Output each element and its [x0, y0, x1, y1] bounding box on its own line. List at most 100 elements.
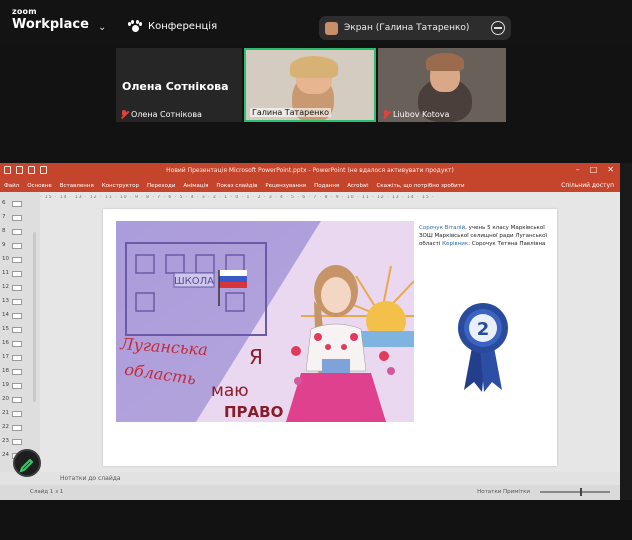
zoom-top-bar: zoom Workplace ⌄ Конференція Экран (Гали…: [0, 0, 632, 46]
ppt-ribbon-tabs: Файл Основне Вставлення Конструктор Переходи…: [0, 179, 620, 192]
slide-number: 14: [2, 312, 9, 318]
ribbon-tab[interactable]: Рецензування: [265, 183, 306, 189]
participant-tile-2[interactable]: Галина Татаренко: [244, 48, 376, 122]
slide-number: 17: [2, 354, 9, 360]
shared-powerpoint-window: Новий Презентація Microsoft PowerPoint.p…: [0, 163, 620, 500]
slide-thumbnail[interactable]: [12, 411, 22, 417]
window-controls: – □ ✕: [576, 165, 614, 174]
screen-share-indicator[interactable]: Экран (Галина Татаренко): [319, 16, 511, 40]
caption-teacher-label: Керівник: [442, 241, 469, 247]
pen-icon: [19, 458, 34, 473]
notes-comments-toggle[interactable]: Нотатки Примітки: [477, 489, 530, 495]
share-label: Экран (Галина Татаренко): [344, 23, 470, 33]
zoom-slider[interactable]: [540, 488, 610, 496]
drawing-slogan-3: ПРАВО: [224, 403, 283, 421]
notes-pane[interactable]: Нотатки до слайда: [0, 472, 620, 485]
ppt-workspace: 6 7 8 9 10 11 12 13 14 15 16 17 18 19 20 21 22 23 24 · 15 …: [0, 192, 620, 485]
participant-name-large: Олена Сотнікова: [122, 80, 229, 93]
slide-thumbnail[interactable]: [12, 271, 22, 277]
slide-thumbnail[interactable]: [12, 397, 22, 403]
award-ribbon-icon: 2: [458, 303, 508, 392]
slide-thumbnail[interactable]: [12, 299, 22, 305]
slide-number: 6: [2, 200, 6, 206]
stop-share-icon[interactable]: [491, 21, 505, 35]
ppt-window-title: Новий Презентація Microsoft PowerPoint.p…: [166, 167, 454, 174]
slide-thumbnail[interactable]: [12, 383, 22, 389]
slide-thumbnail[interactable]: [12, 341, 22, 347]
children-drawing-image: ШКОЛА Луганська область Я маю ПРАВО: [116, 221, 414, 422]
slide-thumbnail[interactable]: [12, 425, 22, 431]
minimize-icon[interactable]: –: [576, 165, 580, 174]
participant-tile-3[interactable]: Liubov Kotova: [378, 48, 506, 122]
ribbon-tab[interactable]: Показ слайдів: [216, 183, 257, 189]
ribbon-tab[interactable]: Анімація: [183, 183, 208, 189]
slide-counter: Слайд 1 з 1: [30, 489, 64, 495]
mic-muted-icon: [120, 110, 128, 119]
ppt-title-bar: Новий Презентація Microsoft PowerPoint.p…: [0, 163, 620, 179]
slide-thumbnail[interactable]: [12, 327, 22, 333]
participant-tile-1[interactable]: Олена Сотнікова Олена Сотнікова: [116, 48, 242, 122]
status-controls: Нотатки Примітки: [477, 488, 610, 496]
participant-hair: [290, 56, 338, 78]
participant-label-text: Liubov Kotova: [393, 110, 450, 119]
ribbon-tab[interactable]: Подання: [314, 183, 339, 189]
brand-line-2: Workplace: [12, 17, 89, 32]
slide-number: 16: [2, 340, 9, 346]
horizontal-ruler: · 15 · 14 · 13 · 12 · 11 · 10 · 9 · 8 · …: [40, 195, 435, 200]
slide-thumbnail[interactable]: [12, 243, 22, 249]
slide-thumbnail[interactable]: [12, 285, 22, 291]
slide-number: 15: [2, 326, 9, 332]
award-number: 2: [477, 319, 490, 340]
slide-number: 10: [2, 256, 9, 262]
slide-number: 20: [2, 396, 9, 402]
slide-number: 9: [2, 242, 6, 248]
zoom-logo: zoom Workplace: [12, 7, 89, 32]
slide-number: 19: [2, 382, 9, 388]
share-button[interactable]: Спільний доступ: [561, 182, 614, 189]
conference-menu-button[interactable]: Конференція: [128, 20, 217, 33]
ribbon-tab[interactable]: Вставлення: [60, 183, 94, 189]
slide-thumbnail[interactable]: [12, 215, 22, 221]
annotate-pen-button[interactable]: [13, 449, 41, 477]
paw-icon: [128, 20, 142, 33]
slide-number: 22: [2, 424, 9, 430]
slide-number: 18: [2, 368, 9, 374]
ribbon-tab[interactable]: Acrobat: [347, 183, 368, 189]
ribbon-tab[interactable]: Переходи: [147, 183, 175, 189]
slide-number: 11: [2, 270, 9, 276]
participant-label: Liubov Kotova: [382, 110, 449, 119]
slide-thumbnails-panel: 6 7 8 9 10 11 12 13 14 15 16 17 18 19 20 21 22 23 24: [0, 192, 40, 485]
slide-number: 12: [2, 284, 9, 290]
close-icon[interactable]: ✕: [607, 165, 614, 174]
slide-number: 21: [2, 410, 9, 416]
slide-thumbnail[interactable]: [12, 439, 22, 445]
slide-thumbnail[interactable]: [12, 369, 22, 375]
thumbnail-scrollbar[interactable]: [33, 232, 36, 402]
participant-label-text: Галина Татаренко: [252, 108, 330, 117]
slide-number: 23: [2, 438, 9, 444]
caption-name: Сорочук Віталій: [419, 225, 466, 231]
slide-thumbnail[interactable]: [12, 355, 22, 361]
ribbon-tab[interactable]: Скажіть, що потрібно зробити: [376, 183, 464, 189]
slide-caption: Сорочук Віталій, учень 5 класу Марківськ…: [419, 224, 549, 248]
slide-thumbnail[interactable]: [12, 201, 22, 207]
slide-number: 24: [2, 452, 9, 458]
drawing-slogan-2: маю: [211, 381, 249, 401]
brand-line-1: zoom: [12, 7, 37, 16]
participant-label-text: Олена Сотнікова: [131, 110, 202, 119]
slide-canvas[interactable]: ШКОЛА Луганська область Я маю ПРАВО Соро…: [103, 209, 557, 466]
slide-thumbnail[interactable]: [12, 313, 22, 319]
ribbon-tab[interactable]: Основне: [27, 183, 52, 189]
zoom-window: zoom Workplace ⌄ Конференція Экран (Гали…: [0, 0, 632, 540]
drawing-school-label: ШКОЛА: [174, 276, 214, 287]
participant-label: Галина Татаренко: [250, 108, 332, 117]
slide-number: 8: [2, 228, 6, 234]
ribbon-tab[interactable]: Конструктор: [102, 183, 139, 189]
caption-teacher: : Сорочук Тетяна Павлівна: [468, 241, 546, 247]
chevron-down-icon[interactable]: ⌄: [98, 22, 106, 33]
slide-number: 13: [2, 298, 9, 304]
ribbon-tab[interactable]: Файл: [4, 183, 19, 189]
maximize-icon[interactable]: □: [590, 165, 598, 174]
slide-thumbnail[interactable]: [12, 257, 22, 263]
slide-thumbnail[interactable]: [12, 229, 22, 235]
